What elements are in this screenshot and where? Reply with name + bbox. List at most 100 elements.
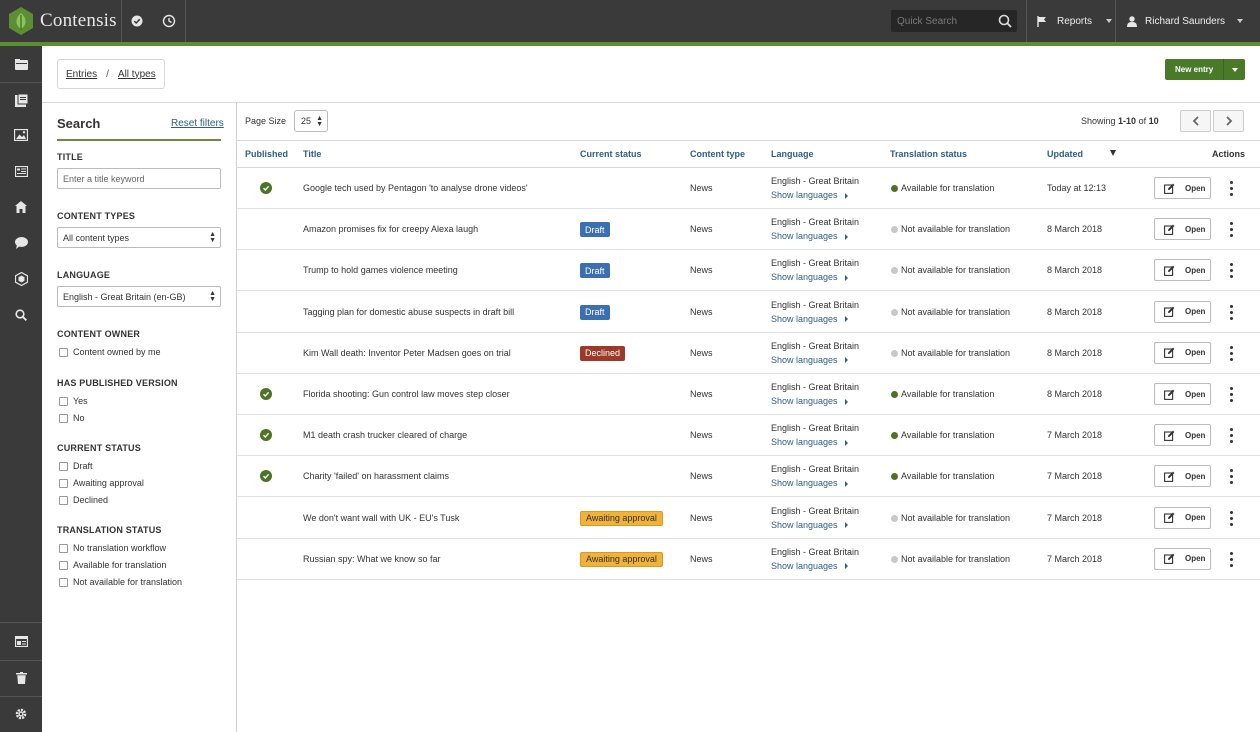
new-entry-dropdown-button[interactable] xyxy=(1223,59,1246,80)
trash-icon[interactable] xyxy=(11,668,31,688)
table-row[interactable]: Charity 'failed' on harassment claims New… xyxy=(237,456,1260,498)
show-languages-link[interactable]: Show languages xyxy=(771,520,848,530)
table-row[interactable]: Google tech used by Pentagon 'to analyse… xyxy=(237,168,1260,209)
show-languages-link[interactable]: Show languages xyxy=(771,190,848,200)
table-row[interactable]: Florida shooting: Gun control law moves … xyxy=(237,374,1260,415)
column-header-published[interactable]: Published xyxy=(245,149,288,159)
show-languages-link[interactable]: Show languages xyxy=(771,561,848,571)
language-select[interactable]: English - Great Britain (en-GB) ▲ ▼ xyxy=(57,286,221,307)
checkbox[interactable] xyxy=(59,495,68,505)
table-row[interactable]: Kim Wall death: Inventor Peter Madsen go… xyxy=(237,333,1260,374)
open-button[interactable]: Open xyxy=(1154,259,1211,282)
reports-menu[interactable]: Reports xyxy=(1037,0,1113,42)
entry-title[interactable]: Florida shooting: Gun control law moves … xyxy=(303,389,510,399)
column-header-translation-status[interactable]: Translation status xyxy=(890,149,967,159)
more-actions-icon[interactable] xyxy=(1227,345,1235,361)
checkbox[interactable] xyxy=(59,413,68,423)
new-entry-button[interactable]: New entry xyxy=(1165,59,1224,80)
table-row[interactable]: We don't want wall with UK - EU's Tusk Aw… xyxy=(237,498,1260,539)
open-button[interactable]: Open xyxy=(1154,506,1211,529)
owned-by-me-checkbox[interactable]: Content owned by me xyxy=(59,347,161,357)
show-languages-link[interactable]: Show languages xyxy=(771,355,848,365)
logo[interactable]: Contensis xyxy=(8,5,118,37)
status-declined-checkbox[interactable]: Declined xyxy=(59,495,108,505)
entry-title[interactable]: Tagging plan for domestic abuse suspects… xyxy=(303,307,514,317)
check-circle-icon[interactable] xyxy=(127,11,147,31)
checkbox[interactable] xyxy=(59,396,68,406)
entry-title[interactable]: M1 death crash trucker cleared of charge xyxy=(303,430,467,440)
table-row[interactable]: M1 death crash trucker cleared of charge… xyxy=(237,415,1260,457)
previous-page-button[interactable] xyxy=(1180,110,1211,132)
breadcrumb-all-types-link[interactable]: All types xyxy=(118,69,156,80)
open-button[interactable]: Open xyxy=(1154,300,1211,323)
table-row[interactable]: Trump to hold games violence meeting Draf… xyxy=(237,250,1260,292)
more-actions-icon[interactable] xyxy=(1227,304,1235,320)
show-languages-link[interactable]: Show languages xyxy=(771,478,848,488)
next-page-button[interactable] xyxy=(1213,110,1244,132)
status-awaiting-checkbox[interactable]: Awaiting approval xyxy=(59,478,144,488)
entries-icon[interactable] xyxy=(11,90,31,110)
more-actions-icon[interactable] xyxy=(1227,510,1235,526)
folder-icon[interactable] xyxy=(11,54,31,74)
entry-title[interactable]: Amazon promises fix for creepy Alexa lau… xyxy=(303,224,478,234)
search-icon[interactable] xyxy=(11,305,31,325)
checkbox[interactable] xyxy=(59,478,68,488)
entry-title[interactable]: We don't want wall with UK - EU's Tusk xyxy=(303,513,459,523)
home-icon[interactable] xyxy=(11,197,31,217)
quick-search-input[interactable] xyxy=(891,15,991,27)
content-types-select[interactable]: All content types ▲ ▼ xyxy=(57,227,221,248)
published-yes-checkbox[interactable]: Yes xyxy=(59,396,88,406)
column-header-content-type[interactable]: Content type xyxy=(690,149,745,159)
open-button[interactable]: Open xyxy=(1154,383,1211,405)
checkbox[interactable] xyxy=(59,461,68,471)
translation-not-available-checkbox[interactable]: Not available for translation xyxy=(59,577,182,587)
translation-none-checkbox[interactable]: No translation workflow xyxy=(59,543,166,553)
open-button[interactable]: Open xyxy=(1154,218,1211,241)
open-button[interactable]: Open xyxy=(1154,341,1211,364)
checkbox[interactable] xyxy=(59,560,68,570)
checkbox[interactable] xyxy=(59,347,68,357)
comment-icon[interactable] xyxy=(11,233,31,253)
show-languages-link[interactable]: Show languages xyxy=(771,314,848,324)
entry-title[interactable]: Google tech used by Pentagon 'to analyse… xyxy=(303,183,528,193)
list-icon[interactable] xyxy=(11,161,31,181)
user-menu[interactable]: Richard Saunders xyxy=(1127,0,1244,42)
open-button[interactable]: Open xyxy=(1154,465,1211,488)
more-actions-icon[interactable] xyxy=(1227,387,1235,402)
checkbox[interactable] xyxy=(59,543,68,553)
table-row[interactable]: Amazon promises fix for creepy Alexa lau… xyxy=(237,209,1260,251)
entry-title[interactable]: Trump to hold games violence meeting xyxy=(303,265,458,275)
entry-title[interactable]: Russian spy: What we know so far xyxy=(303,554,441,564)
show-languages-link[interactable]: Show languages xyxy=(771,231,848,241)
title-keyword-input[interactable] xyxy=(57,168,221,189)
published-no-checkbox[interactable]: No xyxy=(59,413,85,423)
more-actions-icon[interactable] xyxy=(1227,181,1235,196)
table-row[interactable]: Russian spy: What we know so far Awaiting… xyxy=(237,539,1260,580)
cube-icon[interactable] xyxy=(11,269,31,289)
open-button[interactable]: Open xyxy=(1154,424,1211,447)
image-icon[interactable] xyxy=(11,125,31,145)
column-header-language[interactable]: Language xyxy=(771,149,814,159)
more-actions-icon[interactable] xyxy=(1227,469,1235,485)
history-icon[interactable] xyxy=(159,11,179,31)
more-actions-icon[interactable] xyxy=(1227,263,1235,279)
search-icon[interactable] xyxy=(997,13,1013,29)
table-row[interactable]: Tagging plan for domestic abuse suspects… xyxy=(237,292,1260,333)
show-languages-link[interactable]: Show languages xyxy=(771,437,848,447)
more-actions-icon[interactable] xyxy=(1227,222,1235,238)
reset-filters-link[interactable]: Reset filters xyxy=(171,118,224,129)
column-header-title[interactable]: Title xyxy=(303,149,321,159)
breadcrumb-entries-link[interactable]: Entries xyxy=(66,69,97,80)
column-header-current-status[interactable]: Current status xyxy=(580,149,642,159)
checkbox[interactable] xyxy=(59,577,68,587)
window-icon[interactable] xyxy=(11,631,31,651)
page-size-select[interactable]: 25 ▲ ▼ xyxy=(294,110,328,132)
sort-descending-icon[interactable] xyxy=(1110,150,1116,156)
column-header-updated[interactable]: Updated xyxy=(1047,149,1083,159)
entry-title[interactable]: Kim Wall death: Inventor Peter Madsen go… xyxy=(303,348,511,358)
entry-title[interactable]: Charity 'failed' on harassment claims xyxy=(303,471,449,481)
open-button[interactable]: Open xyxy=(1154,177,1211,199)
translation-available-checkbox[interactable]: Available for translation xyxy=(59,560,166,570)
status-draft-checkbox[interactable]: Draft xyxy=(59,461,93,471)
more-actions-icon[interactable] xyxy=(1227,551,1235,567)
